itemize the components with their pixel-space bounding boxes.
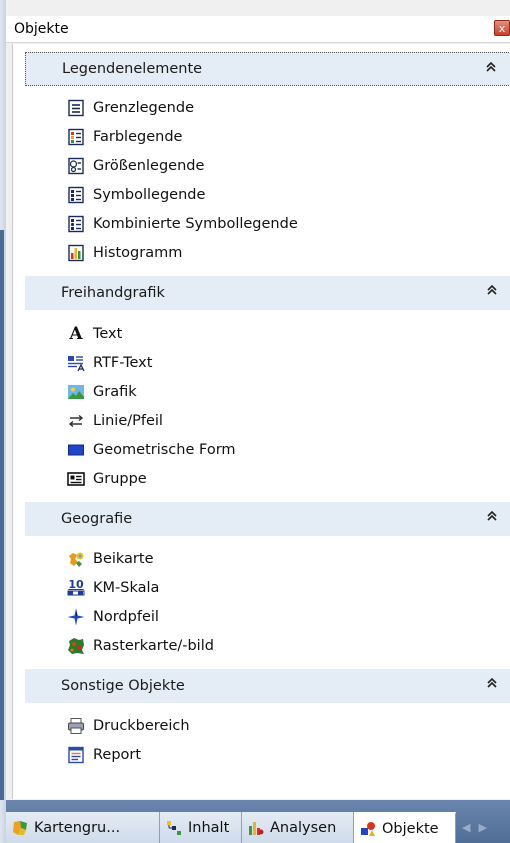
left-edge-accent	[0, 230, 4, 800]
list-item-kombinierte-symbollegende[interactable]: Kombinierte Symbollegende	[67, 212, 298, 236]
analyses-icon	[248, 820, 264, 836]
list-item-km-skala[interactable]: 10 KM-Skala	[67, 576, 159, 600]
list-item-text[interactable]: A Text	[67, 322, 122, 346]
inset-map-icon	[67, 550, 85, 568]
group-icon	[67, 470, 85, 488]
list-item-grenzlegende[interactable]: Grenzlegende	[67, 96, 194, 120]
size-legend-icon	[67, 157, 85, 175]
close-button[interactable]: x	[494, 20, 510, 36]
list-item-groessenlegende[interactable]: Größenlegende	[67, 154, 204, 178]
report-icon	[67, 746, 85, 764]
list-item-grafik[interactable]: Grafik	[67, 380, 137, 404]
text-icon: A	[69, 324, 83, 344]
list-item-nordpfeil[interactable]: Nordpfeil	[67, 605, 159, 629]
item-label: Größenlegende	[93, 158, 205, 174]
item-label: Geometrische Form	[93, 442, 236, 458]
combined-symbol-legend-icon	[67, 215, 85, 233]
tab-label: Inhalt	[188, 819, 230, 836]
image-icon	[67, 383, 85, 401]
item-label: Nordpfeil	[93, 609, 159, 625]
item-label: Beikarte	[93, 551, 154, 567]
tab-scroll-arrows[interactable]: ◀ ▶	[462, 812, 487, 843]
tab-inhalt[interactable]: Inhalt	[160, 812, 242, 843]
item-label: Grenzlegende	[93, 100, 194, 116]
tab-label: Kartengru...	[34, 819, 121, 836]
section-label: Legendenelemente	[62, 61, 203, 77]
rectangle-shape-icon	[67, 441, 85, 459]
tab-objekte[interactable]: Objekte	[354, 812, 456, 843]
tab-kartengruppen[interactable]: Kartengru...	[6, 812, 160, 843]
list-item-rtf-text[interactable]: RTF-Text	[67, 351, 152, 375]
symbol-legend-icon	[67, 186, 85, 204]
double-chevron-up-icon[interactable]	[487, 677, 497, 692]
rtf-text-icon	[67, 354, 85, 372]
item-label: Report	[93, 747, 142, 763]
item-label: Rasterkarte/-bild	[93, 638, 214, 654]
double-chevron-up-icon[interactable]	[487, 510, 497, 525]
list-item-symbollegende[interactable]: Symbollegende	[67, 183, 205, 207]
scroll-left-icon[interactable]: ◀	[462, 821, 470, 834]
item-label: KM-Skala	[93, 580, 160, 596]
tab-analysen[interactable]: Analysen	[242, 812, 354, 843]
list-item-histogramm[interactable]: Histogramm	[67, 241, 182, 265]
item-label: Druckbereich	[93, 718, 190, 734]
content-icon	[166, 820, 182, 836]
north-arrow-icon	[67, 608, 85, 626]
scale-icon-number: 10	[68, 578, 84, 591]
bottom-tab-strip: Kartengru... Inhalt Analysen Objekte ◀ ▶	[6, 812, 510, 843]
item-label: Histogramm	[93, 245, 183, 261]
tab-label: Objekte	[382, 820, 439, 837]
list-item-geometrische-form[interactable]: Geometrische Form	[67, 438, 236, 462]
item-label: Kombinierte Symbollegende	[93, 216, 298, 232]
line-arrow-icon	[67, 412, 85, 430]
section-header-legendenelemente[interactable]: Legendenelemente	[25, 52, 510, 86]
item-label: Grafik	[93, 384, 137, 400]
border-legend-icon	[67, 99, 85, 117]
item-label: Text	[93, 326, 123, 342]
item-label: Linie/Pfeil	[93, 413, 163, 429]
item-label: Farblegende	[93, 129, 183, 145]
section-header-freihandgrafik[interactable]: Freihandgrafik	[25, 276, 510, 310]
scroll-right-icon[interactable]: ▶	[478, 821, 486, 834]
list-item-report[interactable]: Report	[67, 743, 141, 767]
objects-icon	[360, 821, 376, 837]
section-label: Sonstige Objekte	[61, 678, 185, 694]
map-groups-icon	[12, 820, 28, 836]
panel-left-edge	[0, 0, 6, 843]
item-label: Gruppe	[93, 471, 147, 487]
section-header-sonstige-objekte[interactable]: Sonstige Objekte	[25, 669, 510, 703]
list-item-gruppe[interactable]: Gruppe	[67, 467, 147, 491]
color-legend-icon	[67, 128, 85, 146]
scale-bar-icon: 10	[67, 579, 85, 597]
double-chevron-up-icon[interactable]	[486, 61, 496, 76]
list-item-linie-pfeil[interactable]: Linie/Pfeil	[67, 409, 163, 433]
list-item-farblegende[interactable]: Farblegende	[67, 125, 182, 149]
printer-icon	[67, 717, 85, 735]
list-item-druckbereich[interactable]: Druckbereich	[67, 714, 190, 738]
section-label: Geografie	[61, 511, 133, 527]
item-label: RTF-Text	[93, 355, 153, 371]
panel-titlebar: Objekte x	[6, 16, 510, 43]
panel-title: Objekte	[14, 21, 69, 37]
list-item-beikarte[interactable]: Beikarte	[67, 547, 154, 571]
tab-label: Analysen	[270, 819, 337, 836]
item-label: Symbollegende	[93, 187, 206, 203]
objects-list: Legendenelemente Grenzlegende Farblegend…	[12, 44, 510, 799]
raster-map-icon	[67, 637, 85, 655]
objects-panel: Objekte x Legendenelemente Grenzlegende …	[0, 0, 510, 843]
section-label: Freihandgrafik	[61, 285, 165, 301]
list-item-rasterkarte[interactable]: Rasterkarte/-bild	[67, 634, 214, 658]
section-header-geografie[interactable]: Geografie	[25, 502, 510, 536]
histogram-icon	[67, 244, 85, 262]
double-chevron-up-icon[interactable]	[487, 284, 497, 299]
